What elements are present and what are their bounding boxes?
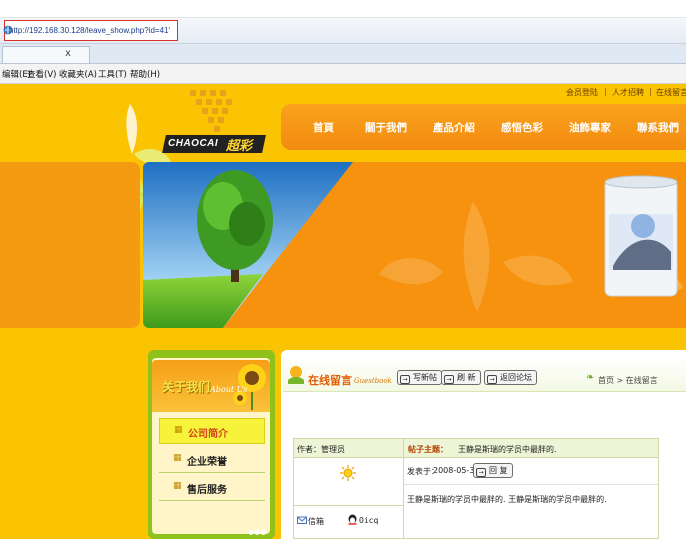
logo-english: CHAOCAI — [168, 138, 219, 149]
row-divider — [294, 505, 403, 506]
email-link[interactable]: 信箱 — [308, 516, 324, 527]
bullet-icon: ▦ — [173, 453, 182, 463]
url-field[interactable]: http://192.168.30.128/leave_show.php?id=… — [3, 20, 178, 41]
link-recruitment[interactable]: 人才招聘 — [612, 87, 644, 98]
sidebar-item-honor[interactable]: ▦ 企业荣誉 — [159, 447, 265, 473]
browser-tab[interactable]: x — [2, 46, 90, 63]
menu-favorites[interactable]: 收藏夹(A) — [59, 68, 97, 80]
qq-link[interactable]: Oicq — [359, 516, 378, 525]
breadcrumb-current: 在线留言 — [625, 376, 658, 385]
bullet-icon: ▦ — [174, 425, 183, 435]
subject-text: 王静是斯瑞的学员中最胖的. — [458, 445, 557, 454]
author-label: 作者：管理员 — [297, 445, 345, 454]
hero-banner — [143, 162, 686, 328]
arrow-right-icon: → — [487, 375, 497, 384]
nav-products[interactable]: 產品介紹 — [433, 120, 475, 135]
breadcrumb: ❧ 首页 > 在线留言 — [586, 372, 658, 386]
new-post-button[interactable]: → 写新帖 — [397, 370, 442, 385]
nav-about[interactable]: 關于我們 — [365, 120, 407, 135]
sun-avatar-icon — [340, 465, 356, 481]
menu-tools[interactable]: 工具(T) — [98, 68, 127, 80]
subject-label: 帖子主题： — [408, 445, 448, 454]
back-to-forum-button[interactable]: → 返回论坛 — [484, 370, 537, 385]
menu-help[interactable]: 帮助(H) — [130, 68, 160, 80]
logo-chinese: 超彩 — [226, 139, 253, 154]
window-title-bar — [0, 0, 686, 18]
banner-scene — [143, 162, 683, 328]
nav-contact[interactable]: 聯系我們 — [637, 120, 679, 135]
breadcrumb-separator: > — [616, 376, 624, 385]
nav-expert[interactable]: 油飾專家 — [569, 120, 611, 135]
sidebar-item-company[interactable]: ▦ 公司简介 — [159, 418, 265, 444]
email-icon — [297, 515, 307, 528]
arrow-right-icon: → — [400, 375, 410, 384]
row-divider — [404, 484, 658, 485]
guestbook-subtitle: Guestbook — [354, 377, 392, 385]
banner-left-block — [0, 162, 140, 328]
guestbook-icon — [288, 366, 304, 384]
main-nav: 首頁 關于我們 產品介紹 感悟色彩 油飾專家 聯系我們 — [281, 104, 686, 150]
reply-button[interactable]: → 回 复 — [473, 463, 513, 478]
qq-icon — [347, 514, 358, 529]
link-member-login[interactable]: 会员登陆 — [566, 87, 598, 98]
menu-bar: 编辑(E) 查看(V) 收藏夹(A) 工具(T) 帮助(H) — [0, 64, 686, 84]
sidebar-subtitle: About Us — [210, 385, 248, 394]
refresh-button[interactable]: → 刷 新 — [441, 370, 481, 385]
nav-color[interactable]: 感悟色彩 — [501, 120, 543, 135]
link-guestbook[interactable]: 在线留言 — [656, 87, 686, 98]
link-separator: | — [649, 87, 652, 96]
arrow-right-icon: → — [476, 468, 486, 477]
sidebar-item-service[interactable]: ▦ 售后服务 — [159, 475, 265, 501]
menu-view[interactable]: 查看(V) — [27, 68, 56, 80]
guestbook-title: 在线留言 — [308, 374, 352, 387]
dots-icon: ●●● — [248, 528, 267, 536]
message-body: 王静是斯瑞的学员中最胖的. 王静是斯瑞的学员中最胖的. — [407, 495, 607, 504]
top-links: 会员登陆 | 人才招聘 | 在线留言 — [560, 87, 686, 101]
close-icon[interactable]: x — [65, 48, 71, 59]
bullet-icon: ▦ — [173, 481, 182, 491]
tab-bar: x — [0, 44, 686, 64]
arrow-right-icon: → — [444, 375, 454, 384]
address-bar: http://192.168.30.128/leave_show.php?id=… — [0, 18, 686, 44]
breadcrumb-home[interactable]: 首页 — [598, 376, 614, 385]
url-text: http://192.168.30.128/leave_show.php?id=… — [9, 26, 170, 35]
sidebar-title: 关于我们 — [162, 380, 211, 394]
link-separator: | — [604, 87, 607, 96]
nav-home[interactable]: 首頁 — [313, 120, 334, 135]
column-divider — [403, 439, 404, 539]
leaf-icon: ❧ — [586, 372, 595, 383]
